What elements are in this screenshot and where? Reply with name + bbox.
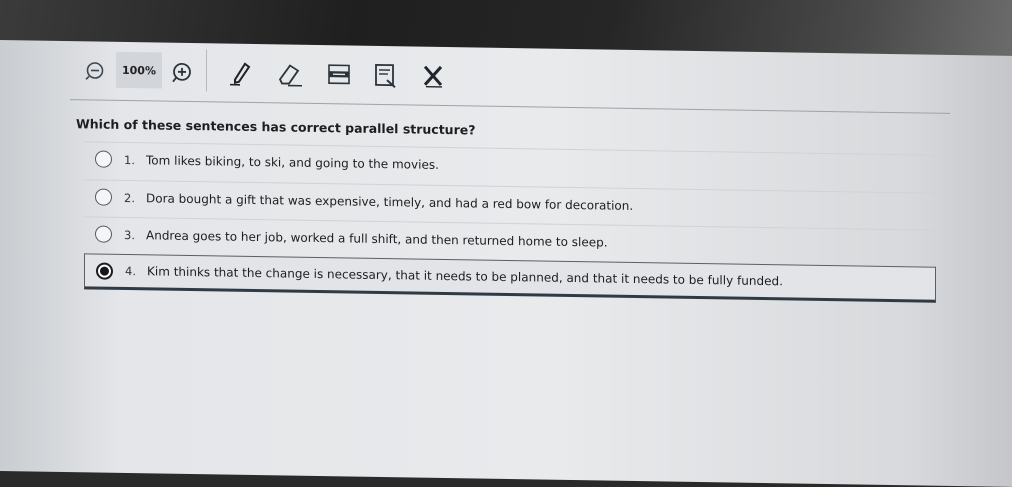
zoom-level: 100% [116,52,162,89]
answer-number: 4. [125,264,147,278]
answer-text: Dora bought a gift that was expensive, t… [146,191,633,213]
line-reader-icon[interactable] [324,59,354,89]
radio-button[interactable] [95,150,112,167]
toolbar-divider [206,49,207,91]
toolbar: 100% [70,53,950,107]
answer-number: 1. [124,152,146,166]
test-screen: 100% Which of these sentences has correc… [0,40,1012,487]
radio-button[interactable] [95,225,112,242]
pencil-icon[interactable] [226,58,256,88]
notepad-icon[interactable] [370,60,400,90]
radio-button-selected[interactable] [96,262,113,279]
zoom-in-icon[interactable] [170,61,194,85]
answer-text: Tom likes biking, to ski, and going to t… [146,153,439,172]
eraser-icon[interactable] [274,58,304,88]
answer-text: Andrea goes to her job, worked a full sh… [146,228,608,249]
answer-eliminator-icon[interactable] [418,61,448,91]
zoom-out-icon[interactable] [84,59,106,81]
answer-number: 2. [124,190,146,204]
radio-button[interactable] [95,188,112,205]
answer-number: 3. [124,227,146,241]
answer-text: Kim thinks that the change is necessary,… [147,264,783,288]
question-text: Which of these sentences has correct par… [76,116,475,137]
